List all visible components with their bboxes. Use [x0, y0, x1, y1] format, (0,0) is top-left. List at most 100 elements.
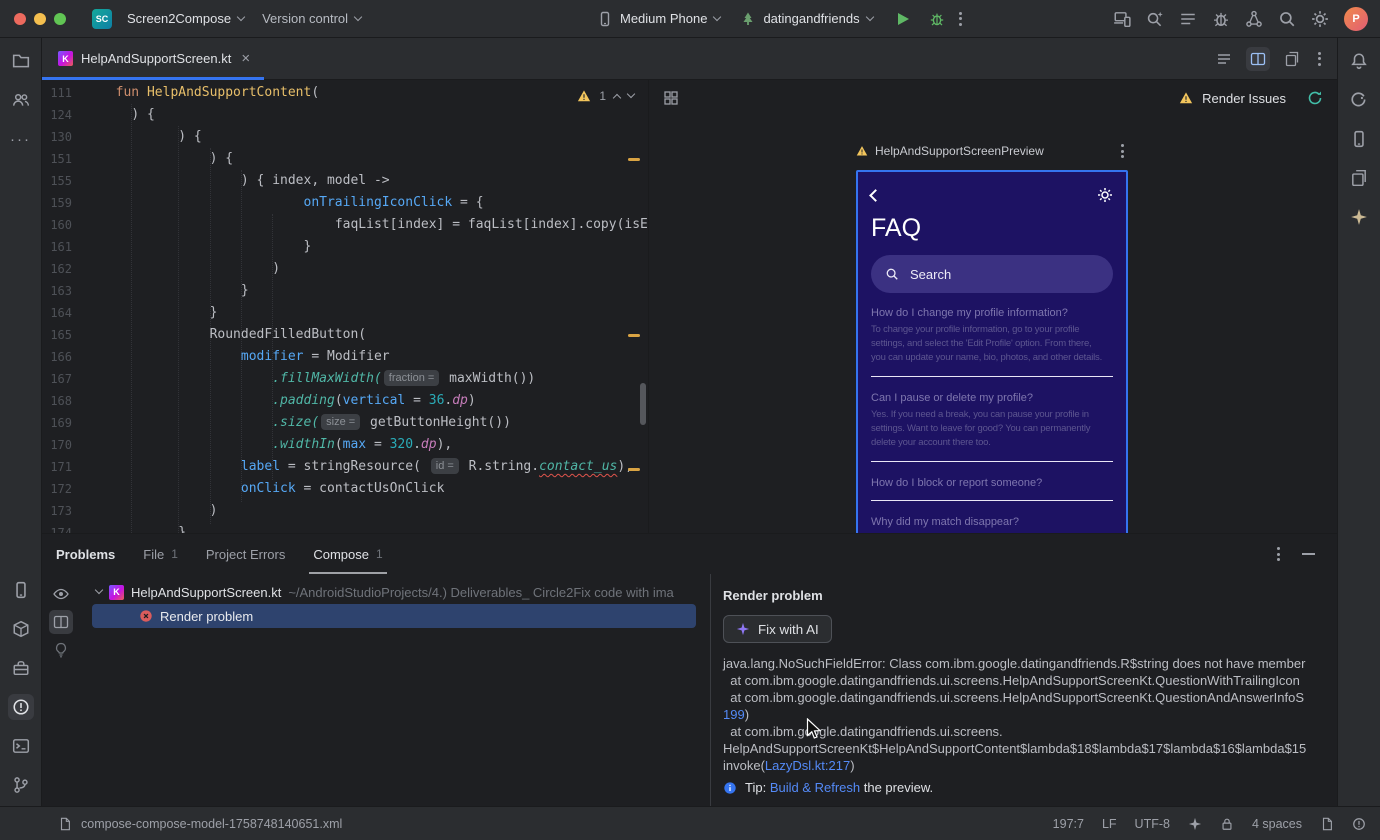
close-tab-icon[interactable]: ×: [239, 51, 252, 66]
more-run-actions-icon[interactable]: [955, 8, 966, 30]
render-issues-label[interactable]: Render Issues: [1202, 91, 1286, 106]
dependencies-icon[interactable]: [8, 616, 34, 642]
code-line[interactable]: 130 ) {: [42, 126, 648, 148]
collaboration-icon[interactable]: [8, 87, 34, 113]
faq-question[interactable]: How do I block or report someone?: [871, 477, 1113, 489]
warning-stripe-mark[interactable]: [628, 468, 640, 471]
code-line[interactable]: 166 modifier = Modifier: [42, 346, 648, 368]
code-line[interactable]: 165 RoundedFilledButton(: [42, 324, 648, 346]
running-devices-icon[interactable]: [1346, 126, 1372, 152]
code-line[interactable]: 164 }: [42, 302, 648, 324]
structure-view-icon[interactable]: [1212, 47, 1236, 71]
code-line[interactable]: 160 faqList[index] = faqList[index].copy…: [42, 214, 648, 236]
gemini-icon[interactable]: [1346, 204, 1372, 230]
problem-row[interactable]: Render problem: [92, 604, 696, 628]
code-editor[interactable]: 111 fun HelpAndSupportContent(124 ) {130…: [42, 80, 648, 533]
caret-position[interactable]: 197:7: [1053, 817, 1084, 831]
code-line[interactable]: 170 .widthIn(max = 320.dp),: [42, 434, 648, 456]
editor-tab[interactable]: K HelpAndSupportScreen.kt ×: [42, 38, 265, 80]
run-button[interactable]: [897, 12, 909, 25]
line-number[interactable]: 159: [42, 192, 72, 214]
quick-fix-bulb-icon[interactable]: [49, 638, 73, 662]
preview-view-mode-icon[interactable]: [663, 90, 679, 106]
line-number[interactable]: 164: [42, 302, 72, 324]
layout-inspector-icon[interactable]: [1346, 165, 1372, 191]
code-line[interactable]: 162 ): [42, 258, 648, 280]
lock-icon[interactable]: [1220, 817, 1234, 831]
stack-link[interactable]: LazyDsl.kt:217: [765, 758, 850, 773]
code-line[interactable]: 155 ) { index, model ->: [42, 170, 648, 192]
run-config-selector[interactable]: datingandfriends: [731, 7, 881, 31]
compose-preview-screen[interactable]: FAQ Search How do I change my profile in…: [856, 170, 1128, 533]
scrollbar-thumb[interactable]: [640, 383, 646, 425]
code-line[interactable]: 172 onClick = contactUsOnClick: [42, 478, 648, 500]
tab-project-errors[interactable]: Project Errors: [206, 534, 285, 574]
editor-layout-icon[interactable]: [1280, 47, 1304, 71]
event-log-icon[interactable]: [1352, 817, 1366, 831]
line-number[interactable]: 169: [42, 412, 72, 434]
line-number[interactable]: 124: [42, 104, 72, 126]
faq-question[interactable]: Can I pause or delete my profile?: [871, 392, 1113, 404]
line-number[interactable]: 171: [42, 456, 72, 478]
inlay-hint[interactable]: id =: [430, 458, 459, 474]
terminal-icon[interactable]: [8, 733, 34, 759]
settings-gear-icon[interactable]: [1097, 187, 1113, 203]
user-avatar[interactable]: P: [1344, 6, 1368, 31]
details-view-icon[interactable]: [49, 610, 73, 634]
line-number[interactable]: 173: [42, 500, 72, 522]
problems-tool-icon[interactable]: [7, 694, 34, 720]
preview-problem-icon[interactable]: [49, 582, 73, 606]
line-number[interactable]: 162: [42, 258, 72, 280]
line-number[interactable]: 151: [42, 148, 72, 170]
expanded-chevron-icon[interactable]: [94, 585, 104, 595]
line-number[interactable]: 172: [42, 478, 72, 500]
code-line[interactable]: 124 ) {: [42, 104, 648, 126]
code-line[interactable]: 168 .padding(vertical = 36.dp): [42, 390, 648, 412]
settings-icon[interactable]: [1311, 10, 1329, 28]
line-number[interactable]: 174: [42, 522, 72, 533]
code-line[interactable]: 111 fun HelpAndSupportContent(: [42, 82, 648, 104]
code-line[interactable]: 174 }: [42, 522, 648, 533]
close-button[interactable]: [14, 12, 26, 25]
code-line[interactable]: 169 .size(size = getButtonHeight()): [42, 412, 648, 434]
refresh-icon[interactable]: [1307, 90, 1323, 106]
stack-link[interactable]: 199: [723, 707, 745, 722]
gradle-icon[interactable]: [1346, 87, 1372, 113]
tab-options-icon[interactable]: [1314, 48, 1325, 70]
code-line[interactable]: 161 }: [42, 236, 648, 258]
more-tool-windows-icon[interactable]: ···: [8, 126, 34, 152]
panel-options-icon[interactable]: [1273, 543, 1284, 565]
code-line[interactable]: 163 }: [42, 280, 648, 302]
ai-search-icon[interactable]: [1146, 10, 1164, 28]
tab-file[interactable]: File 1: [143, 534, 178, 574]
git-icon[interactable]: [8, 772, 34, 798]
line-number[interactable]: 161: [42, 236, 72, 258]
hide-panel-icon[interactable]: [1302, 553, 1315, 555]
inlay-hint[interactable]: size =: [321, 414, 361, 430]
faq-question[interactable]: Why did my match disappear?: [871, 516, 1113, 528]
line-number[interactable]: 167: [42, 368, 72, 390]
search-bar[interactable]: Search: [871, 255, 1113, 293]
profiler-icon[interactable]: [1245, 10, 1263, 28]
device-mirroring-icon[interactable]: [1113, 10, 1131, 28]
project-menu[interactable]: Screen2Compose: [118, 7, 253, 30]
build-refresh-link[interactable]: Build & Refresh: [770, 780, 860, 795]
logcat-icon[interactable]: [8, 577, 34, 603]
device-selector[interactable]: Medium Phone: [588, 7, 729, 31]
preview-card-title[interactable]: HelpAndSupportScreenPreview: [875, 144, 1044, 158]
task-list-icon[interactable]: [1179, 10, 1197, 28]
app-inspection-icon[interactable]: [1212, 10, 1230, 28]
fix-with-ai-button[interactable]: Fix with AI: [723, 615, 832, 643]
preview-options-icon[interactable]: [1117, 140, 1128, 162]
ai-status-icon[interactable]: [1188, 817, 1202, 831]
zoom-button[interactable]: [54, 12, 66, 25]
code-line[interactable]: 173 ): [42, 500, 648, 522]
vcs-menu[interactable]: Version control: [253, 7, 370, 30]
debug-button[interactable]: [929, 11, 945, 27]
line-number[interactable]: 168: [42, 390, 72, 412]
line-number[interactable]: 166: [42, 346, 72, 368]
line-number[interactable]: 165: [42, 324, 72, 346]
code-line[interactable]: 151 ) {: [42, 148, 648, 170]
faq-question[interactable]: How do I change my profile information?: [871, 307, 1113, 319]
inlay-hint[interactable]: fraction =: [383, 370, 440, 386]
